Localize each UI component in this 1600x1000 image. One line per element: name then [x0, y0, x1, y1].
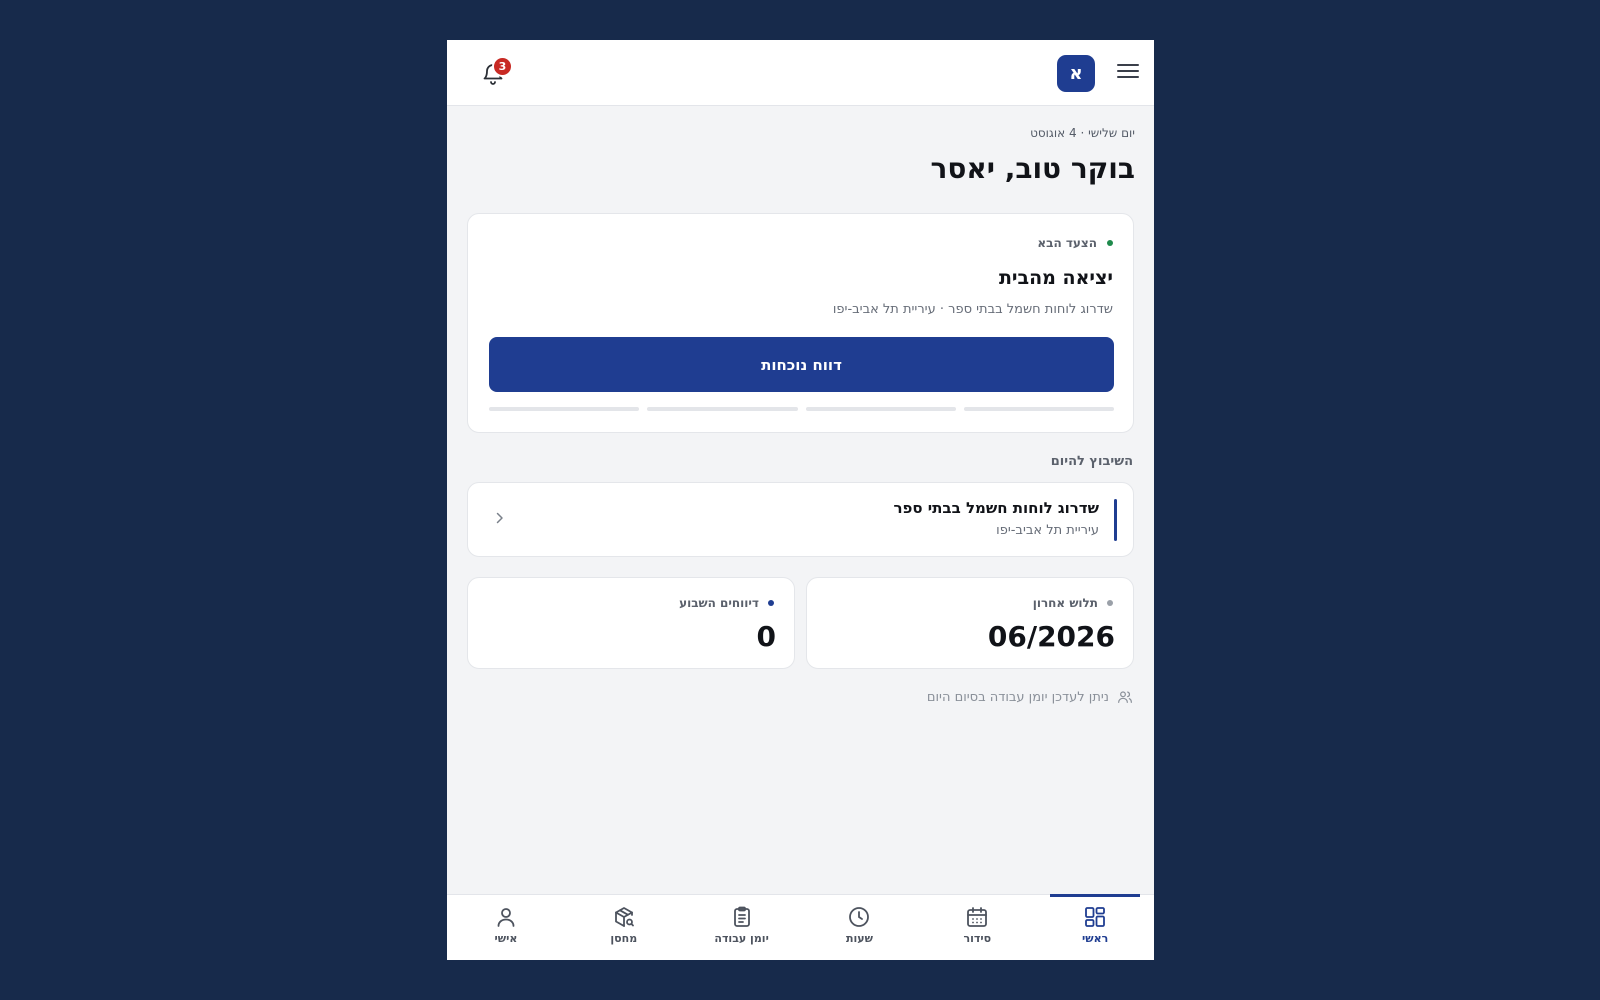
- progress-segment: [963, 407, 1114, 411]
- nav-item-personal[interactable]: אישי: [447, 895, 565, 960]
- status-dot: [768, 600, 774, 606]
- clipboard-icon: [733, 906, 750, 927]
- nav-label: אישי: [494, 932, 518, 945]
- weekly-reports-card[interactable]: דיווחים השבוע 0: [467, 577, 795, 669]
- last-payslip-value: 06/2026: [987, 620, 1115, 653]
- chevron-left-icon: [496, 512, 503, 524]
- bottom-nav: ראשי סידור שעות יומן עבודה מחסן אישי: [447, 894, 1154, 960]
- progress-segment: [647, 407, 798, 411]
- next-step-card: הצעד הבא יציאה מהבית שדרוג לוחות חשמל בב…: [467, 213, 1134, 433]
- nav-label: מחסן: [610, 932, 638, 945]
- schedule-card[interactable]: שדרוג לוחות חשמל בבתי ספר עיריית תל אביב…: [467, 482, 1134, 557]
- progress-segment: [805, 407, 956, 411]
- user-icon: [497, 908, 515, 927]
- schedule-section-title: השיבוץ להיום: [1050, 454, 1133, 469]
- nav-item-hours[interactable]: שעות: [801, 895, 919, 960]
- progress-segment: [489, 407, 640, 411]
- app-logo: א: [1057, 55, 1095, 92]
- nav-item-schedule[interactable]: סידור: [918, 895, 1036, 960]
- status-dot: [1107, 600, 1113, 606]
- weekly-reports-value: 0: [756, 620, 776, 653]
- clock-icon: [849, 907, 870, 927]
- next-step-subtitle: שדרוג לוחות חשמל בבתי ספר · עיריית תל אב…: [832, 302, 1113, 317]
- notification-badge: 3: [492, 56, 513, 77]
- next-step-title: יציאה מהבית: [998, 267, 1113, 289]
- nav-label: שעות: [845, 932, 873, 945]
- weekly-reports-label: דיווחים השבוע: [679, 596, 759, 610]
- schedule-title: שדרוג לוחות חשמל בבתי ספר: [893, 499, 1099, 517]
- nav-label: סידור: [963, 932, 992, 945]
- stat-label: תלוש אחרון: [1033, 596, 1113, 610]
- hamburger-icon[interactable]: [1116, 60, 1140, 84]
- package-search-icon: [614, 907, 634, 927]
- nav-item-warehouse[interactable]: מחסן: [565, 895, 683, 960]
- nav-label: ראשי: [1081, 932, 1109, 945]
- last-payslip-label: תלוש אחרון: [1032, 596, 1098, 610]
- nav-item-work-log[interactable]: יומן עבודה: [683, 895, 801, 960]
- nav-label: יומן עבודה: [714, 932, 769, 945]
- top-bar: א 3: [447, 40, 1154, 106]
- next-step-label-text: הצעד הבא: [1037, 236, 1097, 250]
- hint-label: ניתן לעדכן יומן עבודה בסיום היום: [926, 689, 1109, 705]
- report-attendance-button[interactable]: דווח נוכחות: [489, 337, 1114, 392]
- status-dot: [1107, 240, 1113, 246]
- stat-label: דיווחים השבוע: [679, 596, 774, 610]
- accent-bar: [1114, 499, 1117, 541]
- nav-item-home[interactable]: ראשי: [1036, 894, 1154, 960]
- app-screen: א 3 יום שלישי · 4 אוגוסט בוקר טוב, יאסר …: [447, 40, 1154, 960]
- users-icon: [1118, 691, 1132, 703]
- hint-text: ניתן לעדכן יומן עבודה בסיום היום: [927, 689, 1133, 705]
- date-line: יום שלישי · 4 אוגוסט: [1030, 126, 1135, 140]
- notifications-button[interactable]: 3: [477, 56, 517, 92]
- page-title: בוקר טוב, יאסר: [930, 152, 1135, 185]
- schedule-subtitle: עיריית תל אביב-יפו: [996, 523, 1099, 538]
- next-step-label: הצעד הבא: [1037, 236, 1113, 250]
- step-progress: [489, 407, 1114, 411]
- dashboard-icon: [1085, 907, 1105, 927]
- last-payslip-card[interactable]: תלוש אחרון 06/2026: [806, 577, 1134, 669]
- calendar-icon: [967, 907, 988, 927]
